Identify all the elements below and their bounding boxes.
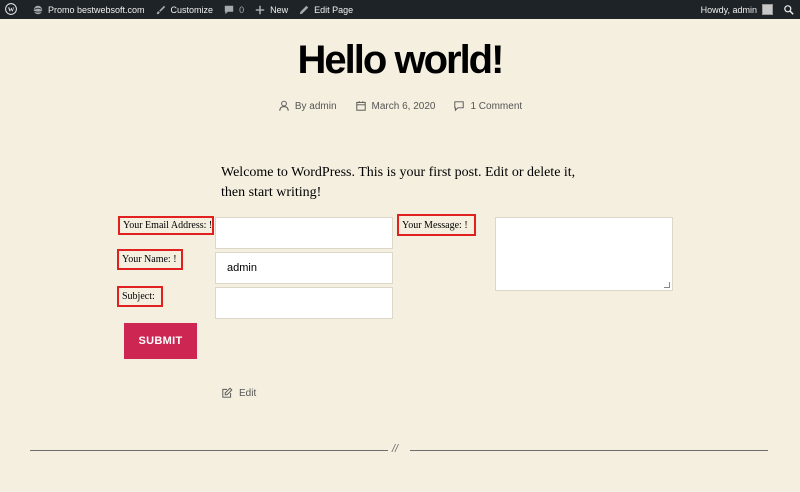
comment-bubble-icon bbox=[223, 4, 235, 16]
post-date[interactable]: March 6, 2020 bbox=[355, 100, 436, 112]
brush-icon bbox=[155, 4, 167, 16]
pencil-icon bbox=[298, 4, 310, 16]
comments-link[interactable]: 0 bbox=[218, 0, 249, 19]
plus-icon bbox=[254, 4, 266, 16]
search-button[interactable] bbox=[778, 0, 800, 19]
comments-label: 1 Comment bbox=[470, 100, 523, 112]
edit-label: Edit bbox=[239, 387, 257, 399]
message-textarea[interactable] bbox=[495, 217, 673, 291]
email-field[interactable] bbox=[215, 217, 393, 249]
new-content-link[interactable]: New bbox=[249, 0, 293, 19]
author-label: By admin bbox=[294, 100, 337, 112]
post-intro: Welcome to WordPress. This is your first… bbox=[221, 165, 576, 200]
subject-label: Subject: bbox=[117, 286, 163, 307]
edit-page-label: Edit Page bbox=[314, 4, 354, 15]
post-meta: By admin March 6, 2020 1 Comment bbox=[0, 100, 800, 112]
svg-text:W: W bbox=[8, 6, 15, 13]
site-name-label: Promo bestwebsoft.com bbox=[48, 4, 145, 15]
new-label: New bbox=[270, 4, 289, 15]
customize-link[interactable]: Customize bbox=[150, 0, 219, 19]
calendar-icon bbox=[355, 100, 367, 112]
howdy-label: Howdy, admin bbox=[700, 4, 757, 15]
submit-button[interactable]: SUBMIT bbox=[124, 323, 197, 359]
message-label: Your Message: ! bbox=[397, 214, 476, 236]
home-icon bbox=[32, 4, 44, 16]
separator-mark: // bbox=[392, 443, 399, 455]
email-label: Your Email Address: ! bbox=[118, 216, 214, 235]
site-name-link[interactable]: Promo bestwebsoft.com bbox=[27, 0, 150, 19]
edit-post-link[interactable]: Edit bbox=[221, 387, 256, 399]
post-title: Hello world! bbox=[297, 38, 505, 82]
separator-line-right bbox=[410, 450, 768, 451]
resize-handle-icon[interactable] bbox=[664, 282, 670, 288]
comments-count: 0 bbox=[239, 4, 245, 15]
search-icon bbox=[783, 4, 795, 16]
edit-page-link[interactable]: Edit Page bbox=[293, 0, 358, 19]
avatar bbox=[762, 4, 773, 15]
admin-bar: W Promo bestwebsoft.com Customize 0 New … bbox=[0, 0, 800, 19]
name-field[interactable]: admin bbox=[215, 252, 393, 284]
separator-line-left bbox=[30, 450, 388, 451]
account-menu[interactable]: Howdy, admin bbox=[696, 0, 778, 19]
date-label: March 6, 2020 bbox=[371, 100, 436, 112]
admin-bar-right: Howdy, admin bbox=[696, 0, 800, 19]
edit-icon bbox=[221, 387, 233, 399]
subject-field[interactable] bbox=[215, 287, 393, 319]
post-comments-link[interactable]: 1 Comment bbox=[453, 100, 522, 112]
comment-icon bbox=[453, 100, 465, 112]
wordpress-logo-icon: W bbox=[5, 3, 18, 16]
user-icon bbox=[278, 100, 290, 112]
customize-label: Customize bbox=[170, 4, 214, 15]
name-label: Your Name: ! bbox=[117, 249, 183, 270]
post-author[interactable]: By admin bbox=[278, 100, 337, 112]
wp-logo-button[interactable]: W bbox=[0, 0, 27, 19]
